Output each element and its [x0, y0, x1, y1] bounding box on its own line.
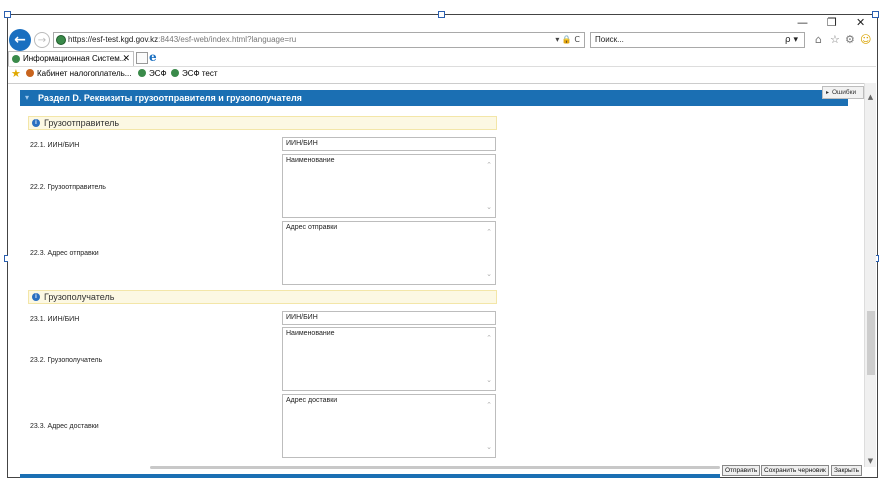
close-window-button[interactable]: ✕ — [856, 16, 865, 29]
search-placeholder: Поиск... — [595, 35, 624, 44]
save-draft-button[interactable]: Сохранить черновик — [761, 465, 829, 476]
consignee-name-textarea[interactable]: Наименование ⌃ ⌄ — [282, 327, 496, 391]
url-host: https://esf-test.kgd.gov.kz — [68, 35, 159, 44]
section-title: Раздел D. Реквизиты грузоотправителя и г… — [38, 93, 302, 103]
site-icon — [56, 35, 66, 45]
favorites-bar: ★ Кабинет налогоплатель... ЭСФ ЭСФ тест — [8, 66, 876, 83]
home-icon[interactable]: ⌂ — [815, 33, 822, 46]
scroll-down-icon[interactable]: ⌄ — [485, 376, 493, 384]
section-header[interactable]: ▾ Раздел D. Реквизиты грузоотправителя и… — [20, 90, 848, 106]
info-icon: i — [32, 119, 40, 127]
favorite-icon — [171, 69, 179, 77]
scroll-down-icon[interactable]: ⌄ — [485, 203, 493, 211]
site-icon — [12, 55, 20, 63]
consignee-iin-label: 23.1. ИИН/БИН — [30, 316, 80, 323]
consignee-name-placeholder: Наименование — [286, 330, 335, 337]
resize-handle[interactable] — [4, 11, 11, 18]
consignee-group-header: i Грузополучатель — [28, 290, 497, 304]
back-button[interactable]: ← — [9, 29, 31, 51]
resize-handle[interactable] — [872, 11, 879, 18]
favorites-star-icon[interactable]: ★ — [11, 67, 21, 80]
horizontal-scrollbar[interactable] — [150, 466, 720, 469]
errors-label: Ошибки — [832, 89, 857, 96]
shipper-address-label: 22.3. Адрес отправки — [30, 250, 99, 257]
scroll-down-icon[interactable]: ⌄ — [485, 443, 493, 451]
minimize-button[interactable]: — — [797, 16, 808, 29]
address-tools[interactable]: ▾ 🔒 C — [555, 33, 580, 47]
scrollbar-thumb[interactable] — [867, 311, 875, 375]
arrow-right-icon: → — [37, 35, 47, 46]
favorite-item[interactable]: ЭСФ — [138, 69, 167, 78]
shipper-name-placeholder: Наименование — [286, 157, 335, 164]
consignee-name-label: 23.2. Грузополучатель — [30, 357, 103, 364]
favorite-item[interactable]: Кабинет налогоплатель... — [26, 69, 131, 78]
scroll-up-icon[interactable]: ▲ — [865, 93, 876, 101]
search-icon[interactable]: ρ ▾ — [785, 33, 798, 47]
vertical-scrollbar[interactable]: ▲ ▼ — [864, 83, 876, 467]
star-icon[interactable]: ☆ — [830, 33, 840, 46]
scroll-up-icon[interactable]: ⌃ — [485, 228, 493, 236]
shipper-iin-input[interactable]: ИИН/БИН — [282, 137, 496, 151]
consignee-address-label: 23.3. Адрес доставки — [30, 423, 99, 430]
shipper-address-textarea[interactable]: Адрес отправки ⌃ ⌄ — [282, 221, 496, 285]
tab-title: Информационная Систем... — [23, 54, 127, 63]
search-input[interactable]: Поиск... ρ ▾ — [590, 32, 805, 48]
shipper-iin-label: 22.1. ИИН/БИН — [30, 142, 80, 149]
favorite-icon — [138, 69, 146, 77]
scroll-up-icon[interactable]: ⌃ — [485, 334, 493, 342]
errors-button[interactable]: ▸ Ошибки — [822, 86, 864, 99]
scroll-down-icon[interactable]: ⌄ — [485, 270, 493, 278]
tab-active[interactable]: Информационная Систем... ✕ — [8, 51, 134, 66]
favorite-icon — [26, 69, 34, 77]
bottom-section-bar — [20, 474, 720, 478]
chevron-down-icon: ▾ — [25, 93, 30, 102]
resize-handle[interactable] — [438, 11, 445, 18]
shipper-name-textarea[interactable]: Наименование ⌃ ⌄ — [282, 154, 496, 218]
new-tab-button[interactable] — [136, 52, 148, 64]
scroll-up-icon[interactable]: ⌃ — [485, 161, 493, 169]
consignee-iin-input[interactable]: ИИН/БИН — [282, 311, 496, 325]
gear-icon[interactable]: ⚙ — [845, 33, 855, 46]
ie-logo-icon: e — [149, 50, 157, 64]
url-path: :8443/esf-web/index.html?language=ru — [158, 35, 297, 44]
shipper-name-label: 22.2. Грузоотправитель — [30, 184, 106, 191]
address-bar[interactable]: https://esf-test.kgd.gov.kz:8443/esf-web… — [53, 32, 585, 48]
info-icon: i — [32, 293, 40, 301]
shipper-group-title: Грузоотправитель — [44, 118, 120, 128]
smiley-icon[interactable]: ☺ — [860, 33, 871, 46]
consignee-address-placeholder: Адрес доставки — [286, 397, 338, 404]
arrow-left-icon: ← — [14, 32, 26, 48]
triangle-right-icon: ▸ — [826, 89, 830, 96]
consignee-group-title: Грузополучатель — [44, 292, 115, 302]
shipper-address-placeholder: Адрес отправки — [286, 224, 338, 231]
forward-button[interactable]: → — [34, 32, 50, 48]
close-form-button[interactable]: Закрыть — [831, 465, 863, 476]
restore-button[interactable]: ❐ — [827, 16, 837, 29]
send-button[interactable]: Отправить — [722, 465, 761, 476]
shipper-group-header: i Грузоотправитель — [28, 116, 497, 130]
scroll-down-icon[interactable]: ▼ — [865, 457, 876, 465]
consignee-address-textarea[interactable]: Адрес доставки ⌃ ⌄ — [282, 394, 496, 458]
close-tab-icon[interactable]: ✕ — [122, 52, 130, 66]
scroll-up-icon[interactable]: ⌃ — [485, 401, 493, 409]
favorite-item[interactable]: ЭСФ тест — [171, 69, 218, 78]
